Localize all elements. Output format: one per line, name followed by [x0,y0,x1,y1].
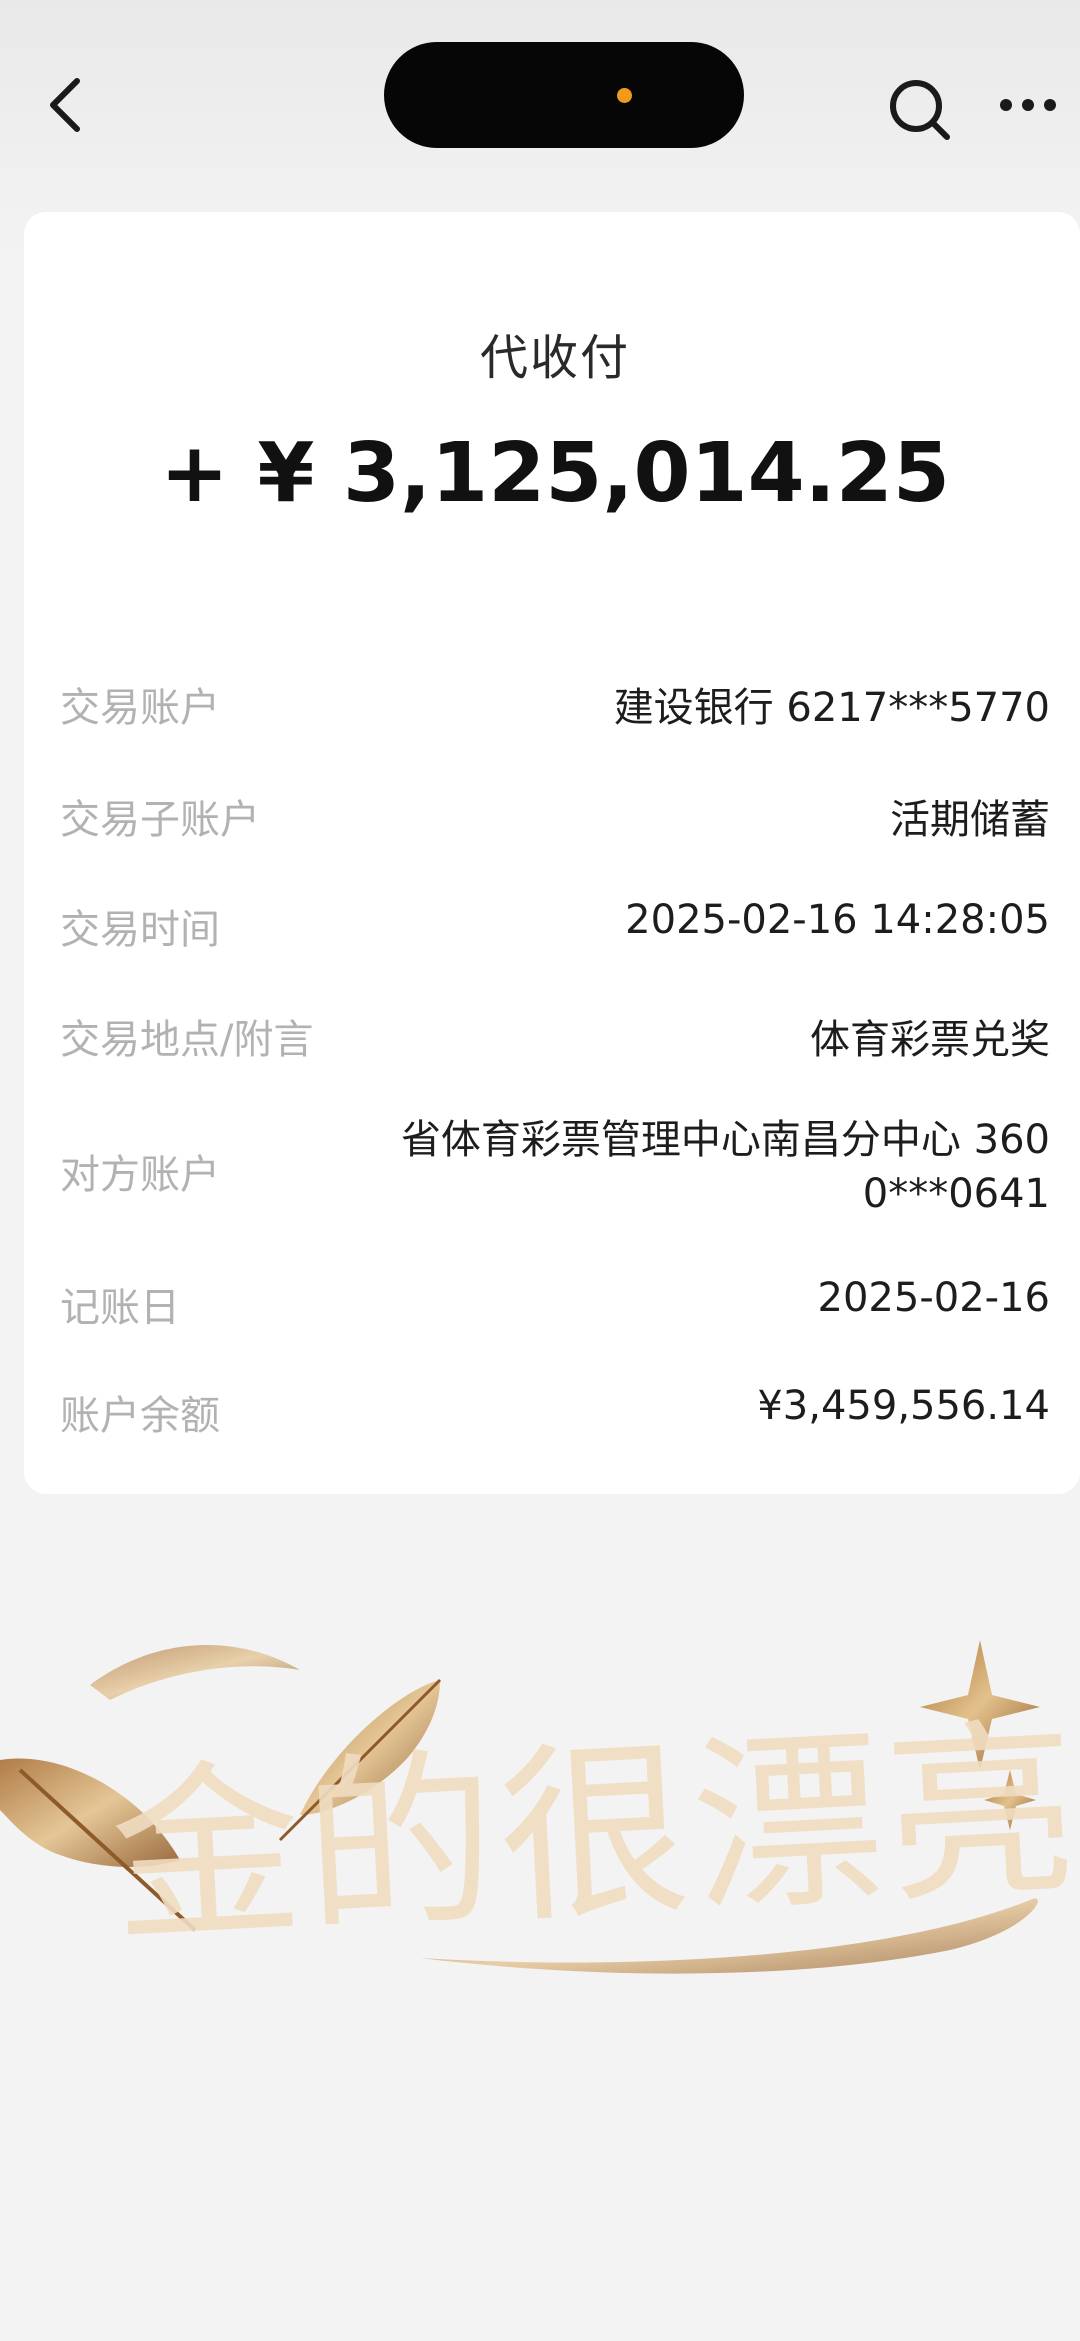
counterparty-line-1: 省体育彩票管理中心南昌分中心 360 [400,1117,1050,1163]
dynamic-island [384,42,744,148]
more-horizontal-icon [1000,99,1012,111]
row-label-counterparty: 对方账户 [60,1152,220,1198]
row-label-sub-account: 交易子账户 [60,797,260,843]
row-label-location-note: 交易地点/附言 [60,1017,314,1063]
chevron-left-icon [50,78,80,132]
row-value-sub-account: 活期储蓄 [890,797,1050,843]
decoration-text: 金的很漂亮 [105,1698,1080,1971]
row-label-time: 交易时间 [60,907,220,953]
row-value-balance: ¥3,459,556.14 [757,1383,1050,1429]
more-options-button[interactable] [1000,75,1080,135]
row-label-posting-date: 记账日 [60,1285,180,1331]
row-label-balance: 账户余额 [60,1393,220,1439]
counterparty-line-2: 0***0641 [862,1171,1050,1217]
row-value-account: 建设银行 6217***5770 [613,685,1050,731]
back-button[interactable] [30,70,100,140]
row-value-counterparty: 省体育彩票管理中心南昌分中心 360 0***0641 [350,1113,1050,1221]
more-horizontal-icon [1044,99,1056,111]
transaction-type-title: 代收付 [479,330,630,386]
recording-indicator-dot [617,88,632,103]
transaction-amount: + ¥ 3,125,014.25 [160,426,950,521]
search-button[interactable] [880,70,960,150]
row-value-posting-date: 2025-02-16 [817,1275,1050,1321]
row-value-location-note: 体育彩票兑奖 [810,1017,1050,1063]
row-label-account: 交易账户 [60,685,220,731]
swoosh-top [90,1644,300,1700]
search-icon [890,80,950,140]
more-horizontal-icon [1022,99,1034,111]
top-navigation-bar [0,0,1080,200]
row-value-time: 2025-02-16 14:28:05 [625,897,1050,943]
